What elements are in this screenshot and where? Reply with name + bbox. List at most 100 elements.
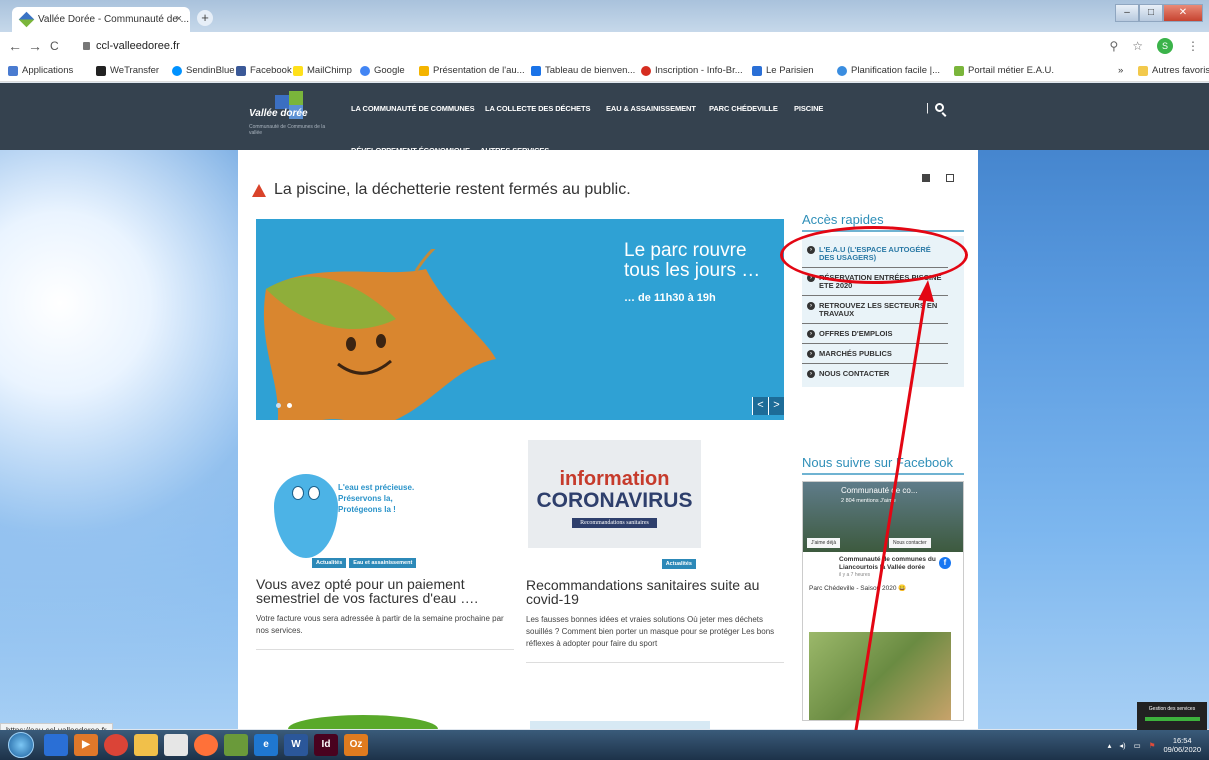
bookmark-item[interactable]: Applications <box>8 65 73 76</box>
minimize-button[interactable]: – <box>1115 4 1139 22</box>
url-input[interactable]: ccl-valleedoree.fr <box>96 40 180 52</box>
bookmark-item[interactable]: MailChimp <box>293 65 352 76</box>
article-image-text: L'eau est précieuse. Préservons la, Prot… <box>338 483 415 514</box>
nav-item-collecte[interactable]: LA COLLECTE DES DÉCHETS <box>485 104 590 113</box>
forward-icon[interactable]: → <box>28 38 42 54</box>
article-card[interactable]: L'eau est précieuse. Préservons la, Prot… <box>256 446 514 650</box>
slider-dot[interactable] <box>287 403 292 408</box>
logo-text: Vallée dorée <box>249 108 308 119</box>
folder-icon[interactable] <box>134 734 158 756</box>
flag-icon[interactable]: ⚑ <box>1149 741 1156 750</box>
browser-tab[interactable]: Vallée Dorée - Communauté de ... × <box>12 7 190 32</box>
article-tags: Actualités Eau et assainissement <box>312 558 514 568</box>
word-icon[interactable]: W <box>284 734 308 756</box>
taskbar-app-2[interactable]: ▶ <box>74 734 98 756</box>
tag-badge[interactable]: Actualités <box>312 558 347 568</box>
parisien-icon <box>752 65 762 76</box>
search-icon[interactable] <box>935 103 944 112</box>
slider-dot[interactable] <box>276 403 281 408</box>
folder-icon <box>1138 65 1148 76</box>
facebook-embed[interactable]: Communauté de co... 2 804 mentions J'aim… <box>802 481 964 721</box>
taskbar: ▶ e W Id Oz ▴ ◂) ▭ ⚑ 16:54 09/06/2020 <box>0 730 1209 760</box>
article-title[interactable]: Recommandations sanitaires suite au covi… <box>526 578 784 606</box>
new-tab-button[interactable]: + <box>197 10 213 26</box>
bookmark-item[interactable]: Google <box>360 65 405 76</box>
bookmarks-more-icon[interactable]: » <box>1118 65 1123 76</box>
hero-slider[interactable]: Le parc rouvre tous les jours … … de 11h… <box>256 219 784 420</box>
volume-icon[interactable]: ◂) <box>1119 741 1125 750</box>
taskbar-app-1[interactable] <box>44 734 68 756</box>
article-title[interactable]: Vous avez opté pour un paiement semestri… <box>256 577 514 605</box>
post-photo[interactable] <box>809 632 951 720</box>
facebook-contact-button[interactable]: Nous contacter <box>889 538 931 548</box>
coronavirus-banner-image: information CORONAVIRUS Recommandations … <box>528 440 701 548</box>
tag-badge[interactable]: Actualités <box>661 559 696 569</box>
youtube-icon[interactable] <box>946 174 954 182</box>
slider-prev-button[interactable]: < <box>752 397 768 415</box>
reload-icon[interactable]: C <box>50 39 59 53</box>
outlook-icon[interactable]: Oz <box>344 734 368 756</box>
slide-subtitle: … de 11h30 à 19h <box>624 292 716 304</box>
chrome-icon[interactable] <box>104 734 128 756</box>
browser-menu-icon[interactable]: ⋮ <box>1187 39 1199 53</box>
address-bar: ← → C ccl-valleedoree.fr ⚲ ☆ S ⋮ <box>0 32 1209 60</box>
quick-link-contact[interactable]: › NOUS CONTACTER <box>802 364 948 383</box>
quick-link-marches[interactable]: › MARCHÉS PUBLICS <box>802 344 948 364</box>
post-time: il y a 7 heures <box>839 572 871 578</box>
maximize-button[interactable]: □ <box>1139 4 1163 22</box>
article-card[interactable]: information CORONAVIRUS Recommandations … <box>526 440 784 663</box>
back-icon[interactable]: ← <box>8 38 22 54</box>
site-logo[interactable]: Vallée dorée Communauté de Communes de l… <box>249 91 329 136</box>
bookmark-item[interactable]: Facebook <box>236 65 292 76</box>
tab-close-icon[interactable]: × <box>176 13 182 25</box>
profile-avatar[interactable]: S <box>1157 38 1173 54</box>
indesign-icon[interactable]: Id <box>314 734 338 756</box>
firefox-icon[interactable] <box>194 734 218 756</box>
facebook-like-button[interactable]: J'aime déjà <box>807 538 841 548</box>
nav-item-eau[interactable]: EAU & ASSAINISSEMENT <box>606 104 696 113</box>
nav-item-parc[interactable]: PARC CHÉDEVILLE <box>709 104 778 113</box>
social-links <box>922 174 954 182</box>
article-thumbnail[interactable] <box>530 721 710 729</box>
bookmark-item[interactable]: Inscription - Info-Br... <box>641 65 743 76</box>
site-favicon-icon <box>18 11 35 28</box>
chevron-right-icon: › <box>807 370 815 378</box>
quick-link-travaux[interactable]: › RETROUVEZ LES SECTEURS EN TRAVAUX <box>802 296 948 324</box>
start-button[interactable] <box>8 732 34 758</box>
bookmark-item[interactable]: Tableau de bienven... <box>531 65 635 76</box>
tag-badge[interactable]: Eau et assainissement <box>349 558 417 568</box>
taskbar-app-7[interactable] <box>224 734 248 756</box>
facebook-fans: 2 804 mentions J'aime <box>841 498 896 504</box>
quick-link-emplois[interactable]: › OFFRES D'EMPLOIS <box>802 324 948 344</box>
divider <box>256 649 514 650</box>
internet-explorer-icon[interactable]: e <box>254 734 278 756</box>
clock[interactable]: 16:54 09/06/2020 <box>1163 736 1201 754</box>
bookmark-star-icon[interactable]: ☆ <box>1132 39 1143 53</box>
paint-icon[interactable] <box>164 734 188 756</box>
window-controls: – □ ✕ <box>1115 4 1203 22</box>
apps-icon <box>8 65 18 76</box>
close-window-button[interactable]: ✕ <box>1163 4 1203 22</box>
bookmark-item[interactable]: SendinBlue <box>172 65 235 76</box>
site-header: Vallée dorée Communauté de Communes de l… <box>0 83 1209 155</box>
bookmark-item[interactable]: WeTransfer <box>96 65 159 76</box>
slider-next-button[interactable]: > <box>768 397 784 415</box>
bookmark-item[interactable]: Le Parisien <box>752 65 814 76</box>
mailchimp-icon <box>293 65 303 76</box>
facebook-page-name[interactable]: Communauté de co... <box>841 486 917 495</box>
logo-subtitle: Communauté de Communes de la vallée <box>249 124 326 136</box>
network-icon[interactable]: ▭ <box>1134 741 1141 750</box>
other-bookmarks[interactable]: Autres favoris <box>1138 65 1209 76</box>
bookmark-item[interactable]: Présentation de l'au... <box>419 65 525 76</box>
zoom-icon[interactable]: ⚲ <box>1109 39 1118 53</box>
nav-item-piscine[interactable]: PISCINE <box>794 104 823 113</box>
facebook-icon[interactable] <box>922 174 930 182</box>
facebook-icon <box>236 65 246 76</box>
clock-time: 16:54 <box>1172 736 1192 745</box>
nav-item-communaute[interactable]: LA COMMUNAUTÉ DE COMMUNES <box>351 104 475 113</box>
slide-title: Le parc rouvre tous les jours … <box>624 240 761 281</box>
tray-arrow-icon[interactable]: ▴ <box>1108 741 1112 750</box>
article-thumbnail[interactable] <box>288 715 438 729</box>
bookmark-item[interactable]: Planification facile |... <box>837 65 940 76</box>
bookmark-item[interactable]: Portail métier E.A.U. <box>954 65 1054 76</box>
